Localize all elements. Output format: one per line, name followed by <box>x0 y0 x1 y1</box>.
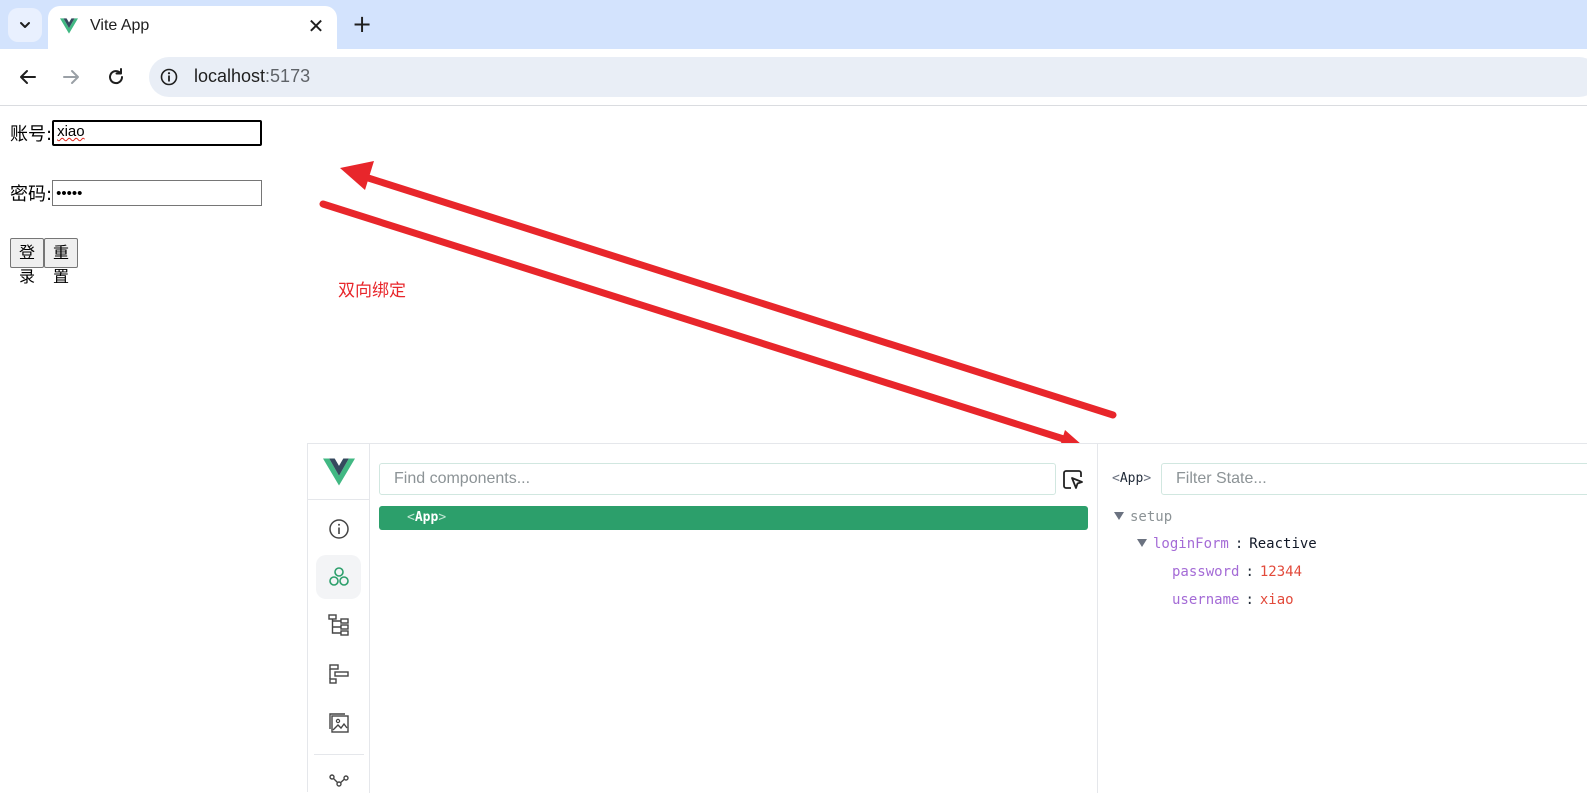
state-colon: : <box>1245 564 1254 580</box>
vue-logo-icon <box>60 18 78 34</box>
components-icon <box>328 567 349 586</box>
url-port: :5173 <box>265 66 311 86</box>
element-picker-icon[interactable] <box>1062 469 1084 491</box>
nav-overview[interactable] <box>316 507 361 551</box>
forward-button[interactable] <box>56 62 86 92</box>
new-tab-button[interactable]: + <box>348 10 376 38</box>
username-label: 账号: <box>10 124 53 145</box>
vue-devtools-panel: Find components... <App> <App> Filter St… <box>307 443 1587 793</box>
state-value: xiao <box>1259 592 1294 608</box>
state-colon: : <box>1245 592 1254 608</box>
filter-state-input[interactable]: Filter State... <box>1161 463 1587 495</box>
password-row: 密码: <box>10 180 263 206</box>
find-components-input[interactable]: Find components... <box>379 463 1056 495</box>
arrow-to-devtools <box>319 200 1090 456</box>
tab-strip: Vite App ✕ + <box>0 0 1587 49</box>
nav-timeline[interactable] <box>316 652 361 696</box>
back-button[interactable] <box>13 62 43 92</box>
reload-button[interactable] <box>101 62 131 92</box>
reset-button[interactable]: 重置 <box>44 238 79 286</box>
devtools-sidebar <box>308 444 370 793</box>
state-colon: : <box>1234 536 1244 552</box>
state-inspector-pane: <App> Filter State... setup loginForm: Re… <box>1098 444 1587 793</box>
form-actions: 登录 重置 <box>10 238 79 286</box>
state-group-label: setup <box>1130 509 1173 525</box>
assets-icon <box>328 713 349 733</box>
expand-toggle-icon[interactable] <box>1137 539 1147 547</box>
inspected-component-name: App <box>1119 471 1144 486</box>
url-host: localhost <box>194 66 266 86</box>
sidebar-divider <box>308 499 369 500</box>
state-field-row[interactable]: username: xiao <box>1172 592 1294 608</box>
state-key: loginForm <box>1153 536 1229 552</box>
graph-icon <box>328 774 349 787</box>
close-icon: ✕ <box>307 14 325 38</box>
site-info-icon[interactable] <box>159 67 179 87</box>
component-name: App <box>414 510 439 525</box>
login-button[interactable]: 登录 <box>10 238 45 286</box>
info-icon <box>328 519 349 539</box>
tab-search-button[interactable] <box>8 8 42 42</box>
url-text: localhost:5173 <box>194 66 310 87</box>
address-bar[interactable]: localhost:5173 <box>149 57 1587 97</box>
username-value: xiao <box>57 123 85 140</box>
expand-toggle-icon[interactable] <box>1114 512 1124 520</box>
password-input[interactable] <box>52 180 263 206</box>
state-type: Reactive <box>1249 536 1317 552</box>
state-object-row[interactable]: loginForm: Reactive <box>1137 536 1317 552</box>
state-value: 12344 <box>1259 564 1303 580</box>
component-tree-pane: Find components... <App> <box>370 444 1098 793</box>
username-field-wrap: xiao <box>52 120 263 146</box>
username-row: 账号: xiao <box>10 120 263 146</box>
sidebar-divider-bottom <box>314 754 364 755</box>
nav-component-tree[interactable] <box>316 603 361 647</box>
tab-close-button[interactable]: ✕ <box>303 13 329 39</box>
forward-arrow-icon <box>63 70 79 84</box>
state-field-row[interactable]: password:12344 <box>1172 564 1302 580</box>
state-key: password <box>1172 564 1240 580</box>
password-label: 密码: <box>10 184 53 205</box>
vue-logo-icon <box>323 458 355 486</box>
arrow-to-form <box>340 161 1117 419</box>
tree-icon <box>327 614 349 636</box>
back-arrow-icon <box>20 70 36 84</box>
timeline-icon <box>328 664 349 684</box>
nav-assets[interactable] <box>316 701 361 745</box>
active-tab[interactable]: Vite App ✕ <box>48 6 337 49</box>
annotation-label: 双向绑定 <box>338 281 406 301</box>
chevron-down-icon <box>20 22 30 28</box>
inspected-component-tag: <App> <box>1112 471 1152 486</box>
reload-icon <box>109 68 124 85</box>
browser-toolbar: localhost:5173 <box>0 49 1587 106</box>
state-key: username <box>1172 592 1240 608</box>
state-group-setup[interactable]: setup <box>1114 509 1172 525</box>
nav-components[interactable] <box>316 555 361 599</box>
component-row-app[interactable]: <App> <box>379 506 1088 530</box>
nav-graph[interactable] <box>316 762 361 793</box>
tab-title: Vite App <box>90 17 150 34</box>
